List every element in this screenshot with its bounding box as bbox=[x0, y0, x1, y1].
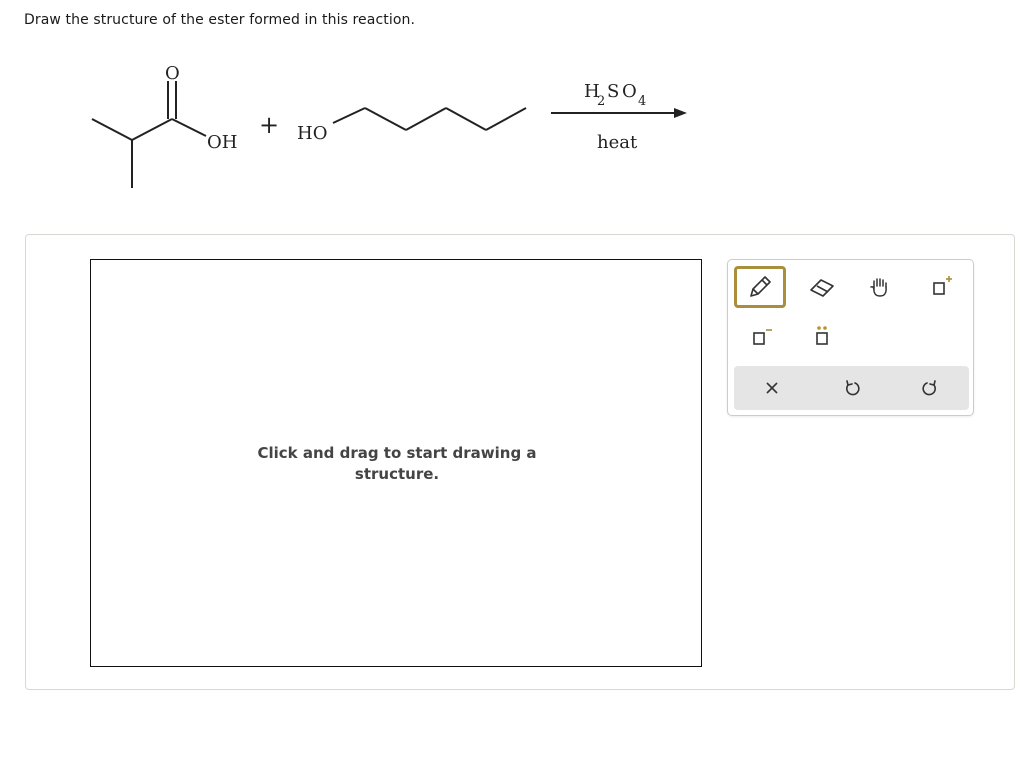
reagent-h-subscript: 2 bbox=[597, 94, 605, 109]
action-bar bbox=[734, 366, 969, 410]
eraser-icon bbox=[810, 279, 834, 297]
pencil-tool-button[interactable] bbox=[734, 266, 786, 308]
pencil-icon bbox=[750, 276, 771, 297]
positive-charge-button[interactable] bbox=[914, 266, 966, 308]
question-prompt: Draw the structure of the ester formed i… bbox=[24, 12, 416, 28]
undo-icon bbox=[846, 380, 860, 396]
undo-button[interactable] bbox=[826, 367, 878, 409]
canvas-hint: Click and drag to start drawing a struct… bbox=[257, 444, 537, 483]
reaction-arrow bbox=[551, 108, 687, 118]
clear-button[interactable] bbox=[746, 367, 798, 409]
clear-icon bbox=[766, 382, 778, 394]
hand-tool-button[interactable] bbox=[854, 266, 906, 308]
condition-label: heat bbox=[597, 132, 638, 153]
reaction-scheme: O OH + HO H 2 S O 4 heat bbox=[91, 63, 687, 188]
redo-icon bbox=[922, 380, 936, 396]
pentanol-chain-structure bbox=[332, 107, 527, 131]
lone-pair-icon bbox=[816, 326, 828, 345]
drawing-toolbar bbox=[727, 259, 974, 416]
acid-hydroxyl-label: OH bbox=[207, 132, 237, 153]
plus-sign: + bbox=[259, 111, 279, 139]
reagent-label: H 2 S O 4 bbox=[584, 81, 646, 109]
drawing-canvas[interactable]: Click and drag to start drawing a struct… bbox=[90, 259, 702, 667]
carbonyl-oxygen-label: O bbox=[165, 63, 180, 84]
reagent-s: S bbox=[607, 81, 619, 102]
redo-button[interactable] bbox=[904, 367, 956, 409]
carboxylic-acid-structure bbox=[91, 81, 207, 188]
lone-pair-button[interactable] bbox=[796, 316, 848, 358]
eraser-tool-button[interactable] bbox=[796, 266, 848, 308]
alcohol-hydroxyl-label: HO bbox=[297, 123, 327, 144]
reagent-o: O bbox=[622, 81, 637, 102]
negative-charge-icon bbox=[753, 329, 772, 345]
negative-charge-button[interactable] bbox=[734, 316, 786, 358]
positive-charge-icon bbox=[933, 276, 952, 295]
reagent-o-subscript: 4 bbox=[638, 94, 646, 109]
hand-icon bbox=[870, 278, 887, 297]
